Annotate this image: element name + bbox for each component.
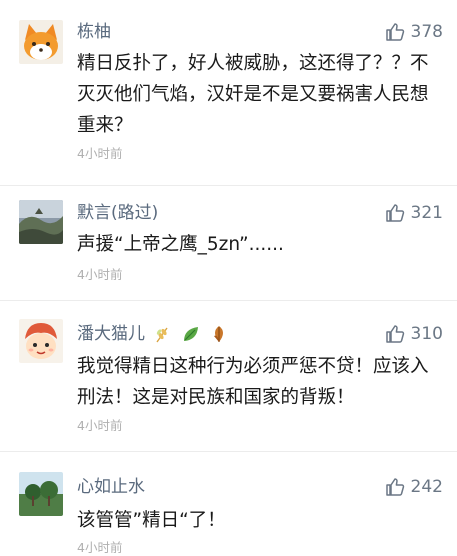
username[interactable]: 潘大猫儿 [77,323,229,345]
thumbs-up-icon [385,204,404,222]
username[interactable]: 栋柚 [77,21,111,43]
comment-text: 该管管”精日“了！ [77,510,226,531]
avatar[interactable] [19,20,63,64]
fox-avatar-icon [19,20,63,64]
like-count: 378 [410,22,443,42]
like-button[interactable]: 321 [385,202,443,224]
timestamp: 4小时前 [77,146,123,161]
username[interactable]: 心如止水 [77,476,145,498]
thumbs-up-icon [385,325,404,343]
wheat-badge-icon [156,327,168,343]
nature-avatar-icon [19,472,63,516]
timestamp: 4小时前 [77,418,123,433]
comment-item: 默言(路过) 321 声援“上帝之鹰_5zn”...... 4小时前 [0,186,457,300]
user-badges [153,324,229,344]
landscape-avatar-icon [19,200,63,244]
timestamp: 4小时前 [77,540,123,555]
avatar[interactable] [19,472,63,516]
like-count: 321 [410,203,443,223]
like-button[interactable]: 242 [385,476,443,498]
leaf-badge-icon [184,327,198,341]
timestamp: 4小时前 [77,267,123,282]
like-count: 242 [410,477,443,497]
like-button[interactable]: 310 [385,323,443,345]
comment-item: 心如止水 242 该管管”精日“了！ 4小时前 [0,452,457,556]
username[interactable]: 默言(路过) [77,202,158,224]
autumn-leaf-badge-icon [214,326,223,342]
like-count: 310 [410,324,443,344]
comment-text: 我觉得精日这种行为必须严惩不贷！应该入刑法！这是对民族和国家的背叛！ [77,356,429,408]
comment-text: 声援“上帝之鹰_5zn”...... [77,234,284,255]
comment-item: 潘大猫儿 310 我觉得精日这种行为必须严惩不贷！应该入刑法！这是对民族和国家的 [0,301,457,451]
avatar[interactable] [19,200,63,244]
comment-text: 精日反扑了，好人被威胁，这还得了？？不灭灭他们气焰，汉奸是不是又要祸害人民想重来… [77,53,429,136]
cartoon-face-avatar-icon [19,319,63,363]
thumbs-up-icon [385,478,404,496]
avatar[interactable] [19,319,63,363]
like-button[interactable]: 378 [385,21,443,43]
username-text: 潘大猫儿 [77,324,145,344]
comment-item: 栋柚 378 精日反扑了，好人被威胁，这还得了？？不灭灭他们气焰，汉奸是不是又要… [0,0,457,185]
thumbs-up-icon [385,23,404,41]
